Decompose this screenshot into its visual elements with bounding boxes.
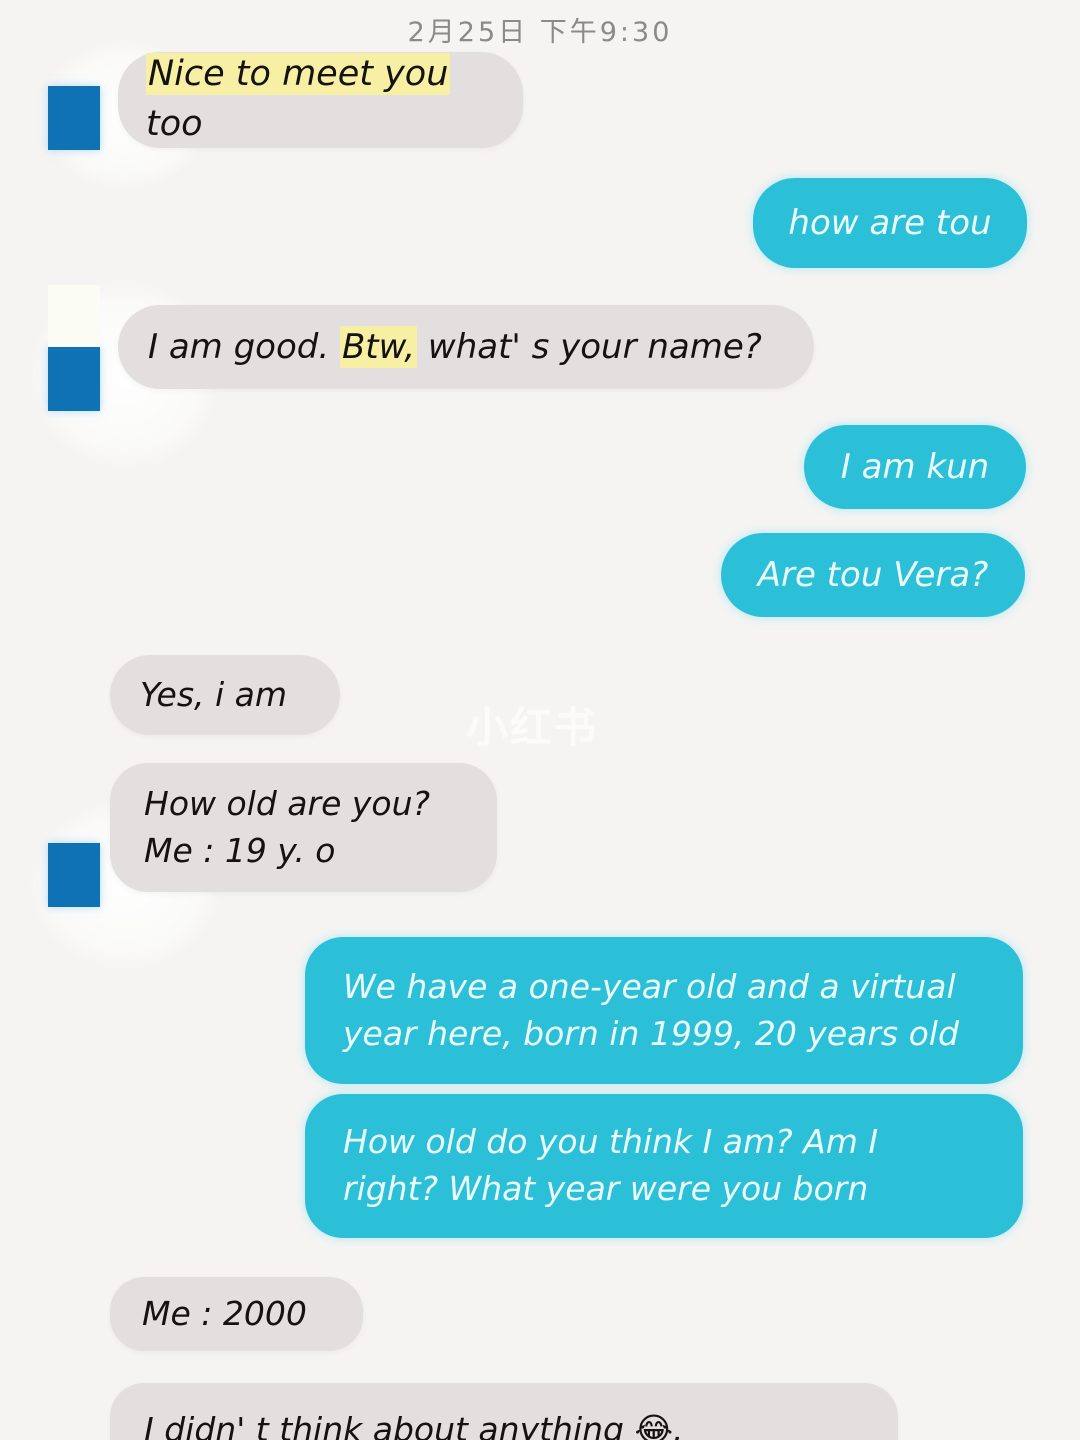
message-bubble-incoming[interactable]: I am good. Btw, what' s your name? bbox=[118, 305, 814, 389]
message-bubble-outgoing[interactable]: We have a one-year old and a virtual yea… bbox=[305, 937, 1023, 1084]
message-text-before: I didn' t think about anything bbox=[144, 1410, 635, 1440]
message-bubble-outgoing[interactable]: How old do you think I am? Am I right? W… bbox=[305, 1094, 1023, 1238]
message-bubble-outgoing[interactable]: Are tou Vera? bbox=[721, 533, 1025, 617]
message-text-before: I am good. bbox=[148, 326, 340, 367]
message-text: How old do you think I am? Am I right? W… bbox=[343, 1122, 879, 1208]
message-bubble-incoming[interactable]: I didn' t think about anything 😂. bbox=[110, 1383, 898, 1440]
message-text: I am good. Btw, what' s your name? bbox=[148, 323, 762, 371]
message-text: We have a one-year old and a virtual yea… bbox=[343, 966, 959, 1053]
highlighted-text: Nice to meet you bbox=[146, 53, 451, 96]
highlighted-text: Btw, bbox=[339, 325, 418, 368]
joy-emoji-icon: 😂 bbox=[634, 1410, 674, 1440]
message-text: how are tou bbox=[788, 202, 992, 243]
message-text: How old are you? Me : 19 y. o bbox=[144, 783, 431, 870]
message-text: Nice to meet you too bbox=[146, 50, 495, 149]
message-text: Me : 2000 bbox=[142, 1293, 307, 1333]
conversation-timestamp: 2月25日 下午9:30 bbox=[407, 17, 673, 48]
avatar-contact[interactable] bbox=[48, 285, 100, 411]
message-text: Yes, i am bbox=[140, 674, 288, 714]
message-bubble-incoming[interactable]: Nice to meet you too bbox=[118, 52, 523, 148]
message-bubble-outgoing[interactable]: how are tou bbox=[753, 178, 1027, 268]
message-text-after: . bbox=[673, 1410, 684, 1440]
avatar-contact[interactable] bbox=[48, 843, 100, 907]
message-bubble-incoming[interactable]: Me : 2000 bbox=[110, 1277, 363, 1351]
message-bubble-incoming[interactable]: Yes, i am bbox=[110, 655, 340, 735]
chat-screenshot: 2月25日 下午9:30 小红书 Nice to meet you too ho… bbox=[0, 0, 1080, 1440]
watermark-xiaohongshu: 小红书 bbox=[466, 703, 599, 752]
message-text-plain: too bbox=[146, 104, 203, 144]
message-text-after: what' s your name? bbox=[417, 326, 762, 367]
message-text: I didn' t think about anything 😂. bbox=[144, 1407, 684, 1440]
message-bubble-incoming[interactable]: How old are you? Me : 19 y. o bbox=[110, 763, 497, 892]
message-text: I am kun bbox=[840, 446, 990, 487]
message-bubble-outgoing[interactable]: I am kun bbox=[804, 425, 1026, 509]
message-text: Are tou Vera? bbox=[757, 554, 989, 595]
avatar-contact[interactable] bbox=[48, 86, 100, 150]
